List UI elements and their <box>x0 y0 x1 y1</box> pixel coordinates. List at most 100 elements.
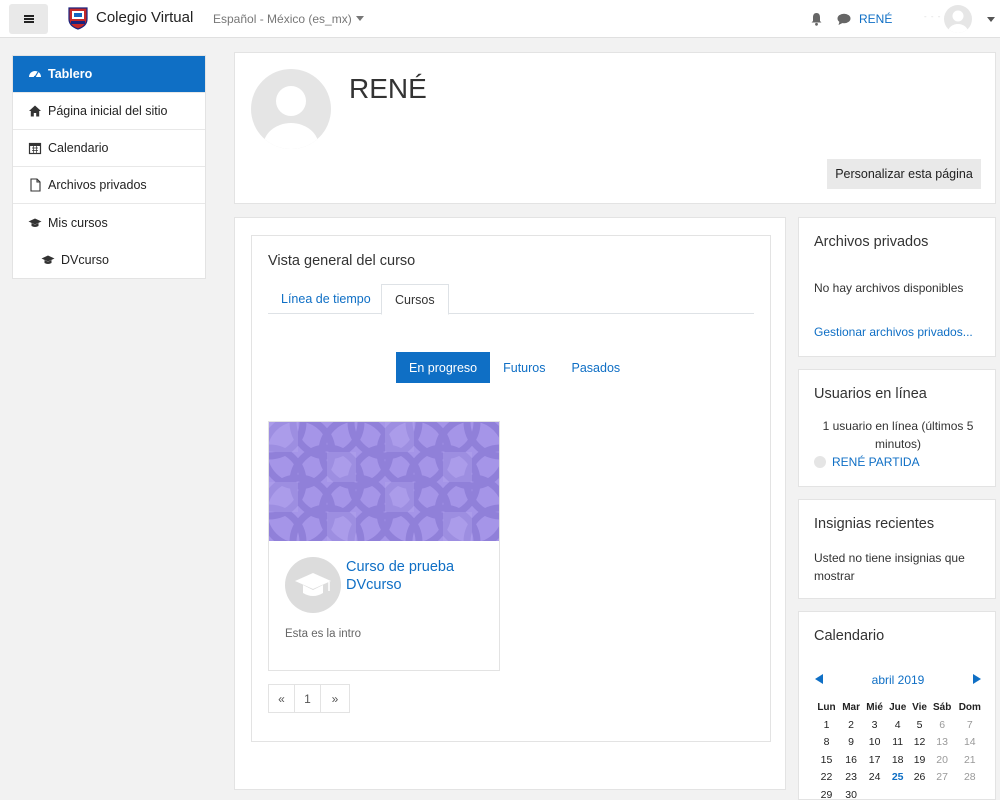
weekday-label: Dom <box>958 701 981 713</box>
weekday-label: Vie <box>912 701 927 713</box>
calendar-day[interactable]: 11 <box>886 734 909 752</box>
online-user-link[interactable]: RENÉ PARTIDA <box>814 455 920 469</box>
calendar-day[interactable]: 26 <box>909 769 929 787</box>
sidebar-item-label: DVcurso <box>61 252 109 267</box>
tab-courses[interactable]: Cursos <box>381 284 449 315</box>
sidebar-item-my-courses[interactable]: Mis cursos <box>13 204 205 241</box>
chevron-down-icon[interactable] <box>987 17 995 22</box>
calendar-day[interactable]: 9 <box>839 734 863 752</box>
avatar <box>814 456 826 468</box>
language-selector[interactable]: Español - México (es_mx) <box>213 12 364 26</box>
filter-future[interactable]: Futuros <box>490 352 558 383</box>
weekday-label: Jue <box>889 701 907 713</box>
avatar[interactable] <box>944 5 972 33</box>
pagination-prev[interactable]: « <box>269 685 295 712</box>
private-files-block: Archivos privados No hay archivos dispon… <box>798 217 996 357</box>
block-title: Insignias recientes <box>814 516 935 532</box>
overview-tabs: Línea de tiempo Cursos <box>268 284 754 315</box>
calendar-day[interactable]: 5 <box>909 716 929 734</box>
calendar-day[interactable]: 18 <box>886 751 909 769</box>
calendar-day[interactable]: 19 <box>909 751 929 769</box>
chat-icon[interactable] <box>837 13 851 26</box>
calendar-day[interactable]: 23 <box>839 769 863 787</box>
graduation-cap-icon <box>295 573 331 596</box>
pagination-page[interactable]: 1 <box>295 685 321 712</box>
sidebar-item-private-files[interactable]: Archivos privados <box>13 167 205 204</box>
calendar-day[interactable]: 21 <box>955 751 985 769</box>
calendar-day[interactable]: 6 <box>930 716 955 734</box>
sidebar-item-calendar[interactable]: Calendario <box>13 130 205 167</box>
calendar-day[interactable]: 7 <box>955 716 985 734</box>
calendar-month-link[interactable]: abril 2019 <box>814 673 982 687</box>
sidebar-item-dvcurso[interactable]: DVcurso <box>13 241 205 278</box>
calendar-day[interactable]: 12 <box>909 734 929 752</box>
weekday-label: Sáb <box>932 701 952 713</box>
calendar-day[interactable]: 8 <box>814 734 839 752</box>
sidebar-item-dashboard[interactable]: Tablero <box>13 56 205 93</box>
dashboard-icon <box>29 71 41 79</box>
calendar-day <box>909 786 929 800</box>
user-silhouette-icon <box>263 86 319 149</box>
main-region: Vista general del curso Línea de tiempo … <box>234 217 786 790</box>
calendar-day[interactable]: 27 <box>930 769 955 787</box>
arrow-left-icon[interactable] <box>815 674 823 684</box>
course-name-link[interactable]: Curso de prueba DVcurso <box>346 558 486 594</box>
calendar-day[interactable]: 1 <box>814 716 839 734</box>
sidebar-item-label: Tablero <box>48 67 93 81</box>
dots-icon: - - - <box>924 12 942 21</box>
block-title: Calendario <box>814 628 885 644</box>
hamburger-icon <box>23 15 34 23</box>
sidebar-nav: Tablero Página inicial del sitio Calenda… <box>12 55 206 279</box>
calendar-week-row: 29 30 <box>814 786 985 800</box>
calendar-header: abril 2019 <box>814 672 982 688</box>
user-menu-name[interactable]: RENÉ <box>859 12 892 26</box>
pagination: « 1 » <box>268 684 350 713</box>
calendar-block: Calendario abril 2019 Lun Mar Mié Jue Vi… <box>798 611 996 800</box>
site-name-link[interactable]: Colegio Virtual <box>96 9 193 26</box>
calendar-day[interactable]: 4 <box>886 716 909 734</box>
sidebar-item-label: Mis cursos <box>48 215 108 230</box>
calendar-day[interactable]: 3 <box>863 716 886 734</box>
weekday-label: Mié <box>866 701 883 713</box>
pagination-next[interactable]: » <box>321 685 349 712</box>
calendar-day[interactable]: 24 <box>863 769 886 787</box>
calendar-day[interactable]: 20 <box>930 751 955 769</box>
course-summary: Esta es la intro <box>285 628 362 640</box>
calendar-day[interactable]: 14 <box>955 734 985 752</box>
calendar-day[interactable]: 22 <box>814 769 839 787</box>
calendar-day-today[interactable]: 25 <box>886 769 909 787</box>
filter-in-progress[interactable]: En progreso <box>396 352 491 383</box>
graduation-cap-icon <box>41 255 55 264</box>
course-card[interactable]: Curso de prueba DVcurso Esta es la intro <box>268 421 500 671</box>
calendar-day <box>955 786 985 800</box>
calendar-day[interactable]: 29 <box>814 786 839 800</box>
menu-toggle-button[interactable] <box>9 4 48 34</box>
arrow-right-icon[interactable] <box>973 674 981 684</box>
manage-private-files-link[interactable]: Gestionar archivos privados... <box>814 323 973 341</box>
calendar-week-row: 8 9 10 11 12 13 14 <box>814 734 985 752</box>
calendar-weekday-row: Lun Mar Mié Jue Vie Sáb Dom <box>814 698 985 716</box>
course-icon <box>285 557 341 613</box>
online-users-summary: 1 usuario en línea (últimos 5 minutos) <box>822 419 974 451</box>
calendar-day[interactable]: 2 <box>839 716 863 734</box>
calendar-day[interactable]: 15 <box>814 751 839 769</box>
school-logo-icon[interactable] <box>66 6 90 30</box>
home-icon <box>29 105 41 117</box>
calendar-day[interactable]: 10 <box>863 734 886 752</box>
course-pattern-image <box>269 422 499 541</box>
weekday-label: Lun <box>817 701 836 713</box>
page-header: RENÉ Personalizar esta página <box>234 52 996 204</box>
calendar-day[interactable]: 30 <box>839 786 863 800</box>
course-image[interactable] <box>269 422 499 541</box>
calendar-day[interactable]: 16 <box>839 751 863 769</box>
tab-timeline[interactable]: Línea de tiempo <box>268 284 384 314</box>
calendar-day[interactable]: 17 <box>863 751 886 769</box>
calendar-day[interactable]: 13 <box>930 734 955 752</box>
customize-page-button[interactable]: Personalizar esta página <box>827 159 981 189</box>
calendar-week-row: 22 23 24 25 26 27 28 <box>814 769 985 787</box>
block-title: Vista general del curso <box>268 253 416 269</box>
sidebar-item-home[interactable]: Página inicial del sitio <box>13 93 205 130</box>
calendar-day[interactable]: 28 <box>955 769 985 787</box>
filter-past[interactable]: Pasados <box>559 352 634 383</box>
bell-icon[interactable] <box>810 12 823 26</box>
